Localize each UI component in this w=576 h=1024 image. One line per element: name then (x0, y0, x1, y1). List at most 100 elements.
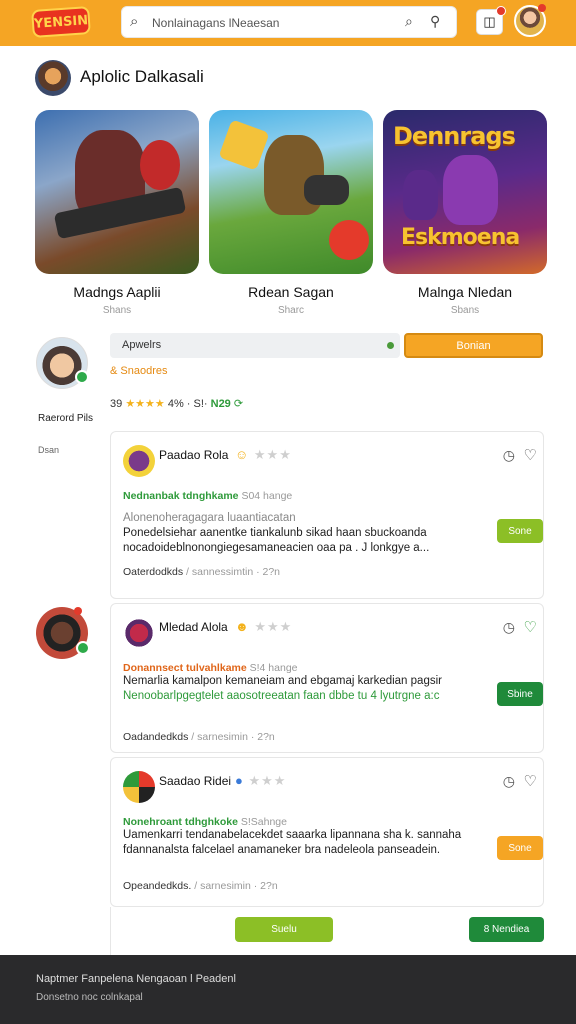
notification-badge (496, 6, 506, 16)
app-logo[interactable]: YENSIN (31, 6, 91, 38)
review-meta-rest: S04 hange (238, 490, 293, 502)
review-footer: Opeandedkds. / sarnesimin · 2?n (123, 880, 278, 892)
rating-stats: 39 ★★★★ 4% · S!· N29 ⟳ (110, 397, 243, 410)
filter-button[interactable]: Bonian (404, 333, 543, 358)
game-art-logo-top: Dennrags (393, 122, 516, 150)
review-empty-stars: ★★★ (254, 619, 293, 634)
review-stars: ☻ ★★★ (235, 619, 292, 635)
section-title: Aplolic Dalkasali (80, 67, 204, 86)
review-body-muted: Alonenoheragagara luaantiacatan (123, 512, 296, 524)
online-badge (76, 641, 90, 655)
profile-avatar[interactable] (36, 337, 89, 389)
search-submit-icon[interactable]: ⌕ (405, 13, 413, 30)
reviewer-avatar[interactable] (36, 607, 90, 659)
review-action-button[interactable]: Sone (497, 836, 543, 860)
heart-icon[interactable]: ♡ (524, 446, 537, 464)
avatar-status-dot (74, 607, 82, 615)
game-sub-2: Sharc (277, 305, 305, 316)
review-action-button[interactable]: Sbine (497, 682, 543, 706)
profile-name: Raerord Pils (38, 413, 94, 424)
notification-button[interactable]: ◫ (476, 6, 506, 35)
filter-label: Apwelrs (122, 339, 162, 351)
clock-icon[interactable]: ◷ (503, 619, 515, 636)
review-meta: Nednanbak tdnghkame S04 hange (123, 490, 292, 502)
review-game-icon (123, 771, 155, 803)
search-icon: ⌕ (130, 13, 139, 30)
review-author: Oadandedkds (123, 731, 189, 743)
refresh-icon[interactable]: ⟳ (234, 398, 243, 410)
review-title[interactable]: Paadao Rola (159, 448, 228, 462)
game-title-1[interactable]: Madngs Aaplii (35, 284, 199, 300)
review-empty-stars: ★★★ (253, 447, 292, 462)
stats-mid: 4% · S!· (167, 398, 211, 410)
clock-icon[interactable]: ◷ (503, 773, 515, 790)
game-art-character (403, 170, 438, 220)
stats-prefix: 39 (110, 398, 123, 410)
review-time: / sarnesimin · 2?n (191, 880, 278, 892)
review-body-text: Ponedelsiehar aanentke tiankalunb sikad … (123, 527, 430, 554)
game-title-2[interactable]: Rdean Sagan (209, 284, 373, 300)
game-sub-1: Shans (102, 305, 132, 316)
review-body-text: Uamenkarri tendanabelacekdet saaarka lip… (123, 829, 462, 856)
clock-icon[interactable]: ◷ (503, 447, 515, 464)
game-art-logo-bottom: Eskmoena (401, 225, 520, 250)
bell-icon: ◫ (483, 14, 496, 29)
game-title-3[interactable]: Malnga Nledan (383, 284, 547, 300)
review-meta-rest: S!Sahnge (237, 816, 287, 828)
footer-copyright: Donsetno noc colnkapal (36, 992, 143, 1003)
review-time: / sarnesimin · 2?n (188, 731, 275, 743)
review-meta-highlight: Nonehroant tdhghkoke (123, 816, 238, 828)
review-meta-highlight: Donannsect tulvahlkame (123, 662, 247, 674)
category-tag[interactable]: & Snaodres (110, 365, 167, 377)
review-card: Saadao Ridei ● ★★★ ◷ ♡ Nonehroant tdhghk… (110, 757, 544, 907)
game-art-mushroom (329, 220, 369, 260)
review-meta: Donannsect tulvahlkame S!4 hange (123, 662, 298, 674)
game-art-controller (304, 175, 349, 205)
avatar-status-dot (538, 4, 546, 12)
review-time: / sannessimtin · 2?n (183, 566, 281, 578)
game-sub-3: Sbans (450, 305, 480, 316)
section-avatar[interactable] (35, 60, 71, 96)
review-body-text: Nemarlia kamalpon kemaneiam and ebgamaj … (123, 675, 442, 687)
review-body: Alonenoheragagara luaantiacatan Ponedels… (123, 511, 493, 556)
review-body: Uamenkarri tendanabelacekdet saaarka lip… (123, 828, 493, 858)
filter-select[interactable]: Apwelrs (110, 333, 400, 358)
footer: Naptmer Fanpelena Nengaoan l Peadenl Don… (0, 955, 576, 1024)
review-title[interactable]: Mledad Alola (159, 620, 228, 634)
review-emoji: ☻ (235, 619, 250, 634)
review-game-icon (123, 445, 155, 477)
review-emoji: ☺ (235, 447, 250, 462)
review-author: Oaterdodkds (123, 566, 184, 578)
review-body-green: Nenoobarlpgegtelet aaosotreeatan faan db… (123, 690, 440, 702)
review-card: Paadao Rola ☺ ★★★ ◷ ♡ Nednanbak tdnghkam… (110, 431, 544, 599)
review-card: Mledad Alola ☻ ★★★ ◷ ♡ Donannsect tulvah… (110, 603, 544, 753)
game-card-3[interactable]: Dennrags Eskmoena (383, 110, 547, 274)
secondary-action-button[interactable]: 8 Nendiea (469, 917, 544, 942)
review-meta-highlight: Nednanbak tdnghkame (123, 490, 239, 502)
voice-search-icon[interactable]: ⚲ (430, 13, 440, 30)
heart-icon[interactable]: ♡ (524, 618, 537, 636)
review-stars: ● ★★★ (235, 773, 286, 789)
review-footer: Oaterdodkds / sannessimtin · 2?n (123, 566, 280, 578)
user-avatar[interactable] (514, 4, 546, 37)
game-art-character (443, 155, 498, 225)
review-title[interactable]: Saadao Ridei (159, 774, 231, 788)
review-author: Opeandedkds. (123, 880, 192, 892)
review-footer: Oadandedkds / sarnesimin · 2?n (123, 731, 275, 743)
load-more-button[interactable]: Suelu (235, 917, 333, 942)
top-bar: YENSIN ⌕ ⌕ ⚲ ◫ (0, 0, 576, 46)
game-card-1[interactable] (35, 110, 199, 274)
review-action-button[interactable]: Sone (497, 519, 543, 543)
heart-icon[interactable]: ♡ (524, 772, 537, 790)
game-card-2[interactable] (209, 110, 373, 274)
search-input[interactable] (152, 12, 392, 34)
review-meta: Nonehroant tdhghkoke S!Sahnge (123, 816, 287, 828)
footer-links[interactable]: Naptmer Fanpelena Nengaoan l Peadenl (36, 973, 236, 985)
search-bar[interactable]: ⌕ ⌕ ⚲ (121, 6, 457, 38)
online-badge (75, 370, 89, 384)
review-stars: ☺ ★★★ (235, 447, 292, 463)
game-art-star (218, 119, 270, 171)
profile-sub: Dsan (38, 445, 60, 455)
review-game-icon (123, 617, 155, 649)
review-empty-stars: ★★★ (248, 773, 287, 788)
